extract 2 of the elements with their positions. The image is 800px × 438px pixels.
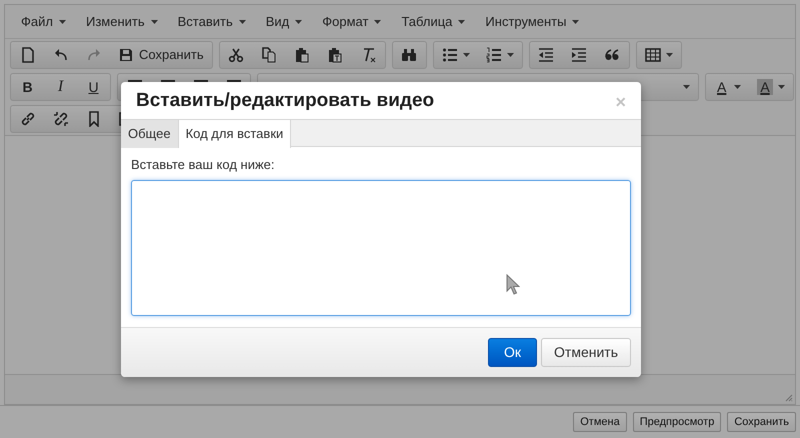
dialog-title: Вставить/редактировать видео (136, 89, 434, 114)
field-label: Вставьте ваш код ниже: (131, 156, 276, 174)
